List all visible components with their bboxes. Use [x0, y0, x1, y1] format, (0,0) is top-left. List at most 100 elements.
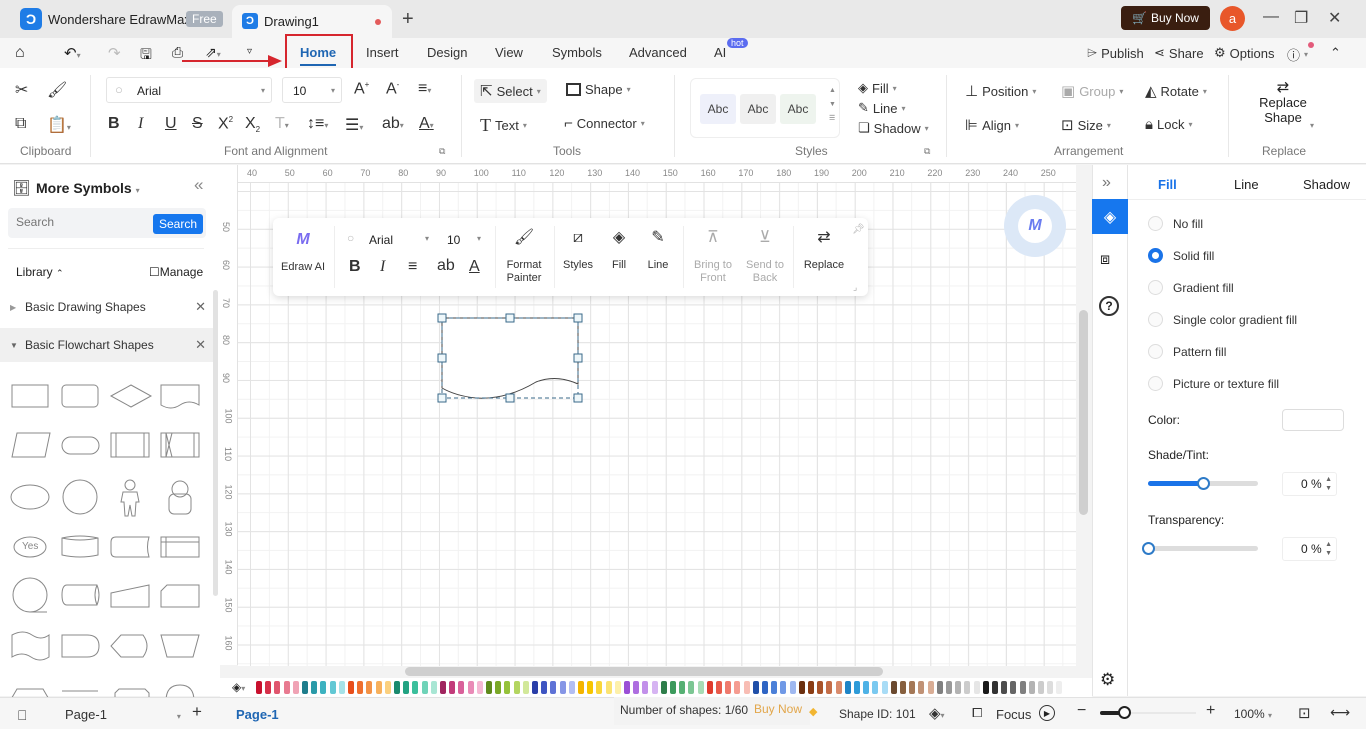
italic-icon[interactable]: I [380, 258, 385, 276]
color-swatch[interactable] [532, 681, 538, 694]
decrease-font-icon[interactable]: A- [386, 80, 399, 98]
color-swatch[interactable] [320, 681, 327, 694]
shape-card[interactable] [110, 536, 150, 558]
fill-option[interactable]: Solid fill [1148, 248, 1214, 263]
shape-display[interactable] [110, 634, 148, 658]
library-toggle[interactable]: Library ⌃ [16, 265, 64, 279]
color-swatch[interactable] [302, 681, 308, 694]
add-page-button[interactable]: + [192, 702, 202, 722]
slider-track[interactable] [1148, 546, 1258, 551]
more-symbols-dropdown[interactable]: More Symbols ▾ [36, 180, 140, 196]
tab-view[interactable]: View [495, 45, 523, 60]
color-swatch[interactable] [909, 681, 916, 694]
font-size-select[interactable]: 10 ▾ [282, 77, 342, 103]
color-swatch[interactable] [338, 681, 345, 694]
shade-tint-input[interactable]: 0 % ▲ ▼ [1282, 472, 1337, 496]
buy-now-link[interactable]: Buy Now [754, 702, 802, 716]
shape-tape[interactable] [11, 631, 50, 661]
library-item[interactable]: ▶ Basic Drawing Shapes ✕ [0, 290, 214, 324]
shape-terminator[interactable] [61, 436, 100, 455]
color-swatch[interactable] [1038, 681, 1044, 694]
tab-advanced[interactable]: Advanced [629, 45, 687, 60]
select-tool-button[interactable]: ⇱ Select ▾ [474, 79, 547, 103]
options-button[interactable]: ⚙ Options [1214, 45, 1274, 61]
print-icon[interactable]: ⎙ [172, 44, 183, 61]
shade-tint-slider[interactable] [1148, 477, 1258, 491]
restore-button[interactable]: ❐ [1294, 8, 1308, 28]
play-icon[interactable]: ▶ [1039, 705, 1055, 721]
color-swatch[interactable] [725, 681, 732, 694]
shadow-button[interactable]: ❏ Shadow ▾ [858, 120, 929, 136]
superscript-icon[interactable]: X2 [218, 115, 233, 133]
color-swatch[interactable] [587, 681, 594, 694]
shape-circle[interactable] [62, 479, 98, 515]
lock-button[interactable]: 🔒︎ Lock ▾ [1145, 116, 1192, 133]
close-button[interactable]: ✕ [1328, 8, 1341, 28]
color-swatch[interactable] [1047, 681, 1054, 694]
radio-button[interactable] [1148, 376, 1163, 391]
color-swatch[interactable] [881, 681, 888, 694]
shape-direct-data[interactable] [61, 584, 100, 606]
color-swatch[interactable] [762, 681, 768, 694]
radio-button[interactable] [1148, 280, 1163, 295]
zoom-slider[interactable] [1100, 706, 1196, 720]
customize-quick-access-icon[interactable]: ▿ [247, 46, 252, 57]
rotate-button[interactable]: ◭ Rotate ▾ [1145, 82, 1207, 100]
color-swatch[interactable] [918, 681, 925, 694]
close-icon[interactable]: ✕ [195, 299, 206, 315]
size-button[interactable]: ⊡ Size ▾ [1061, 116, 1111, 134]
color-swatch[interactable] [835, 681, 842, 694]
send-to-back-button[interactable]: ⊻ Send to Back [739, 228, 791, 285]
fill-option[interactable]: Single color gradient fill [1148, 312, 1297, 327]
share-button[interactable]: ⋖ Share [1154, 45, 1204, 61]
page-layout-icon[interactable]: ⎕ [18, 707, 26, 724]
close-icon[interactable]: ✕ [195, 337, 206, 353]
cut-icon[interactable]: ✂ [15, 80, 28, 100]
color-swatch[interactable] [734, 681, 741, 694]
zoom-in-button[interactable]: + [1206, 702, 1215, 720]
symbol-search-input[interactable] [16, 215, 146, 229]
styles-button[interactable]: ⧄ Styles [558, 228, 598, 272]
format-painter-button[interactable]: 🖌 Format Painter [501, 228, 547, 285]
shape-actor[interactable] [120, 479, 140, 517]
color-swatch[interactable] [329, 681, 336, 694]
expand-panel-icon[interactable]: » [1102, 174, 1111, 192]
shape-tool-button[interactable]: Shape ▾ [566, 82, 631, 97]
color-swatch[interactable] [863, 681, 870, 694]
manage-button[interactable]: ☐Manage [149, 265, 203, 279]
color-swatch[interactable] [670, 681, 676, 694]
collapse-panel-icon[interactable]: « [194, 175, 203, 195]
color-swatch[interactable] [559, 681, 566, 694]
transparency-slider[interactable] [1142, 542, 1258, 556]
color-swatch[interactable] [964, 681, 971, 694]
presentation-icon[interactable]: ⧈ [1100, 251, 1110, 269]
align-button[interactable]: ⊫ Align ▾ [965, 116, 1019, 134]
text-tool-button[interactable]: T Text ▾ [480, 115, 527, 136]
format-painter-icon[interactable]: 🖌 [47, 80, 67, 100]
shape-manual-operation[interactable] [160, 634, 200, 658]
shape-ellipse[interactable] [10, 484, 50, 510]
paste-icon[interactable]: 📋▾ [47, 115, 71, 135]
shape-rounded-process[interactable] [61, 384, 99, 408]
color-swatch[interactable] [1019, 681, 1026, 694]
active-page-tab[interactable]: Page-1 [236, 707, 279, 722]
tab-fill[interactable]: Fill [1158, 177, 1177, 192]
group-button[interactable]: ▣ Group ▾ [1061, 82, 1123, 100]
color-swatch[interactable] [495, 681, 502, 694]
color-swatch[interactable] [605, 681, 612, 694]
shape-manual-input[interactable] [110, 584, 150, 608]
color-swatch[interactable] [651, 681, 658, 694]
color-swatch[interactable] [256, 681, 262, 694]
shape-stored-data[interactable] [61, 535, 99, 558]
replace-button[interactable]: ⇄ Replace [799, 228, 849, 272]
zoom-out-button[interactable]: − [1077, 702, 1086, 720]
color-swatch[interactable] [706, 681, 713, 694]
connector-tool-button[interactable]: ⌐ Connector ▾ [564, 115, 645, 132]
color-swatch[interactable] [513, 681, 520, 694]
redo-icon[interactable]: ↷ [108, 44, 121, 62]
color-swatch[interactable] [348, 681, 354, 694]
color-swatch[interactable] [890, 681, 897, 694]
fill-option[interactable]: No fill [1148, 216, 1203, 231]
shape-internal-storage[interactable] [160, 536, 200, 558]
color-swatch[interactable] [872, 681, 879, 694]
